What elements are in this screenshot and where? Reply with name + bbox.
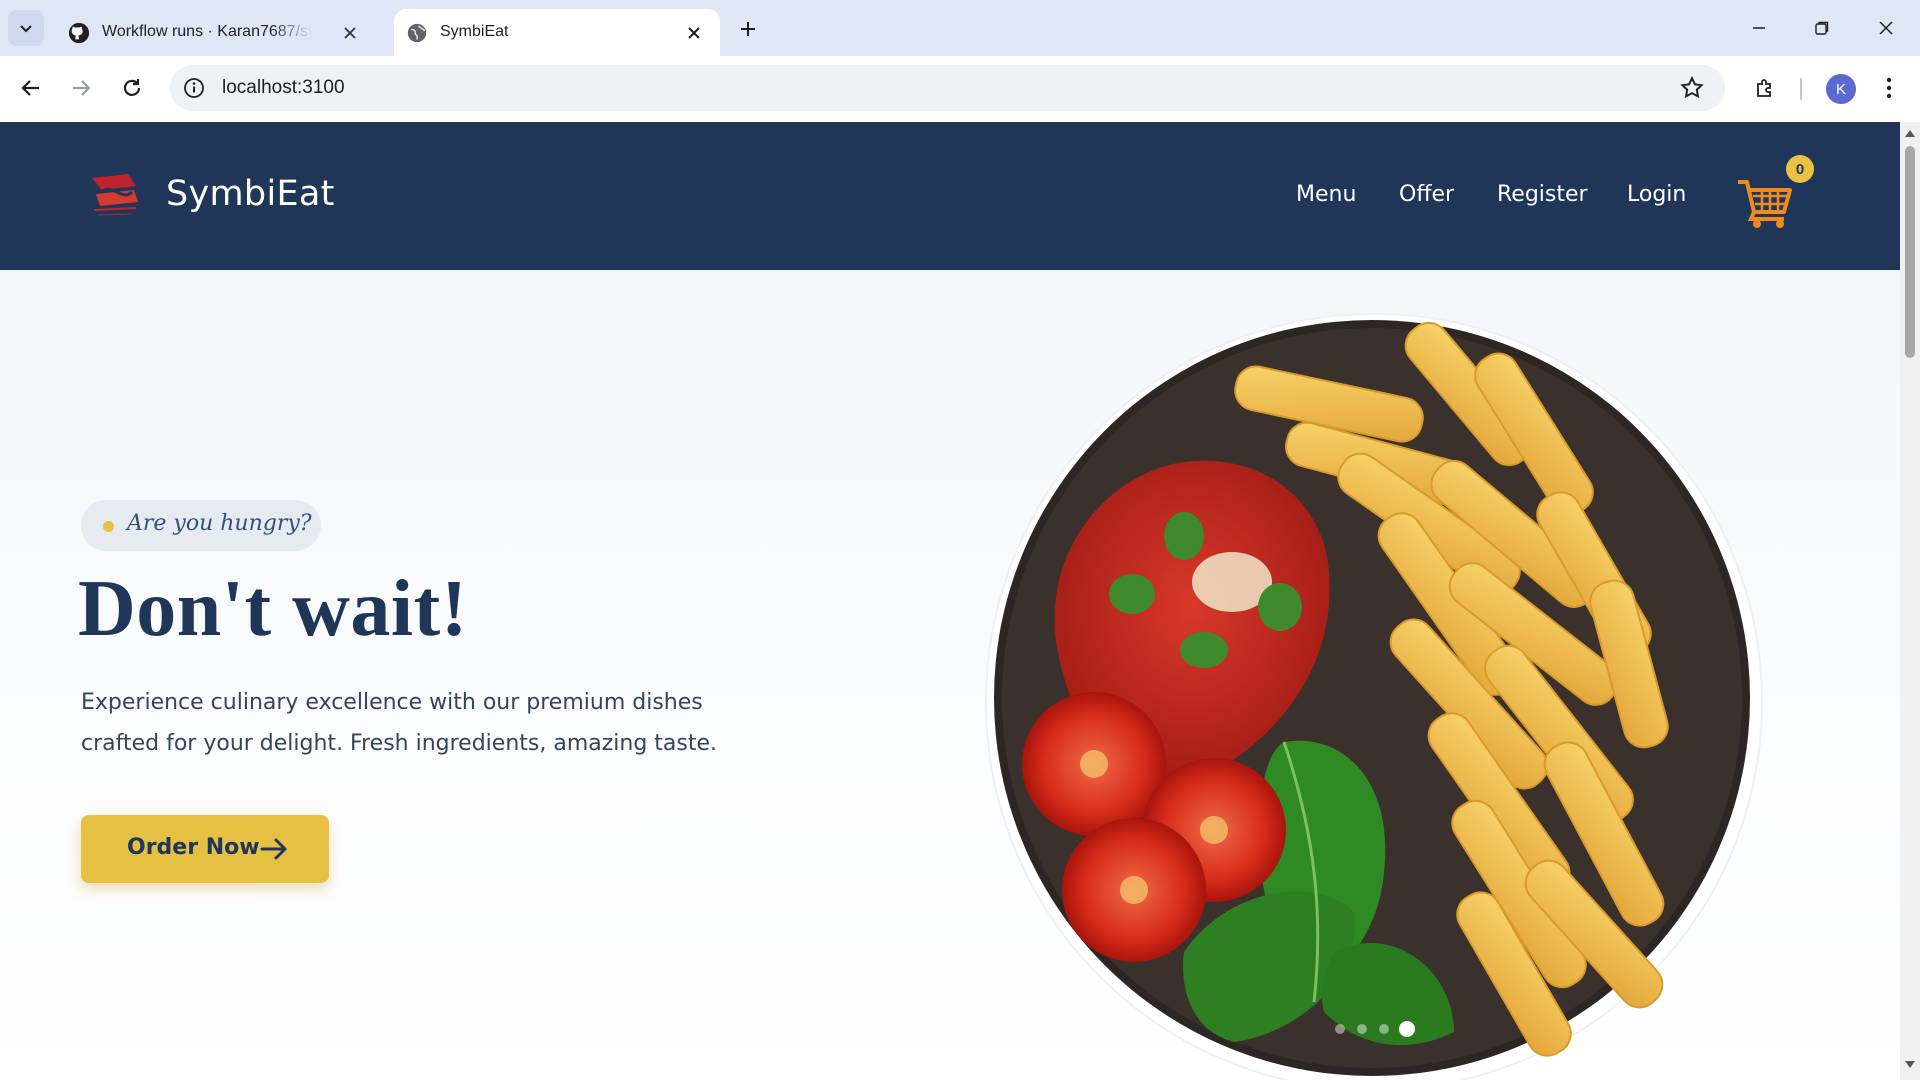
scroll-thumb[interactable] xyxy=(1905,146,1915,358)
browser-toolbar: localhost:3100 K xyxy=(0,56,1920,122)
minimize-button[interactable] xyxy=(1741,12,1777,44)
scroll-down-arrow-icon[interactable] xyxy=(1904,1060,1916,1070)
arrow-left-icon xyxy=(21,80,39,96)
carousel-dot-1[interactable] xyxy=(1335,1024,1345,1034)
info-icon[interactable] xyxy=(182,76,206,100)
order-now-button[interactable]: Order Now xyxy=(81,815,329,883)
tab-strip: Workflow runs · Karan7687/symbi SymbiEat xyxy=(0,0,1920,56)
browser-menu-button[interactable] xyxy=(1876,71,1902,105)
extensions-button[interactable] xyxy=(1748,71,1782,105)
tagline-dot xyxy=(103,521,114,532)
url-text[interactable]: localhost:3100 xyxy=(222,77,345,99)
close-icon xyxy=(688,27,700,39)
hero-dish-image xyxy=(985,313,1763,1080)
hero-description: Experience culinary excellence with our … xyxy=(81,690,718,756)
more-vert-icon xyxy=(1886,77,1892,99)
tab-title: Workflow runs · Karan7687/symbi xyxy=(102,23,312,40)
tab-symbieat[interactable]: SymbiEat xyxy=(394,9,720,56)
arrow-right-icon xyxy=(73,80,91,96)
tab-title: SymbiEat xyxy=(440,23,509,40)
close-icon xyxy=(344,27,356,39)
cart-icon[interactable] xyxy=(1736,174,1794,230)
close-icon xyxy=(1879,21,1893,35)
reload-button[interactable] xyxy=(115,71,149,105)
nav-login-link[interactable]: Login xyxy=(1627,182,1686,207)
hero-tagline-pill: Are you hungry? xyxy=(81,500,321,551)
forward-button[interactable] xyxy=(64,71,98,105)
page-scrollbar[interactable] xyxy=(1900,122,1920,1080)
restore-icon xyxy=(1815,21,1829,35)
scroll-up-arrow-icon[interactable] xyxy=(1904,128,1916,138)
tab-workflow-runs[interactable]: Workflow runs · Karan7687/symbi xyxy=(56,9,376,56)
minimize-icon xyxy=(1753,27,1765,29)
nav-offer-link[interactable]: Offer xyxy=(1399,182,1454,207)
carousel-indicators xyxy=(1332,1020,1415,1038)
close-tab-button[interactable] xyxy=(338,21,362,45)
chevron-down-icon xyxy=(20,25,32,33)
order-now-label: Order Now xyxy=(127,835,260,860)
carousel-dot-2[interactable] xyxy=(1357,1024,1367,1034)
back-button[interactable] xyxy=(14,71,48,105)
carousel-dot-4-active[interactable] xyxy=(1399,1021,1415,1037)
page-viewport: SymbiEat Menu Offer Register Login 0 Are… xyxy=(0,122,1900,1080)
profile-avatar[interactable]: K xyxy=(1826,74,1856,104)
close-window-button[interactable] xyxy=(1868,12,1904,44)
arrow-right-icon xyxy=(260,838,287,860)
site-header: SymbiEat Menu Offer Register Login 0 xyxy=(0,122,1900,270)
address-bar[interactable]: localhost:3100 xyxy=(170,65,1725,111)
nav-menu-link[interactable]: Menu xyxy=(1296,182,1356,207)
nav-register-link[interactable]: Register xyxy=(1497,182,1588,207)
restore-button[interactable] xyxy=(1804,12,1840,44)
tab-search-button[interactable] xyxy=(8,10,44,46)
close-tab-button[interactable] xyxy=(682,21,706,45)
cart-count-badge: 0 xyxy=(1786,155,1814,183)
browser-chrome: Workflow runs · Karan7687/symbi SymbiEat xyxy=(0,0,1920,122)
symbieat-logo[interactable] xyxy=(88,172,142,220)
brand-name[interactable]: SymbiEat xyxy=(166,174,335,214)
hero-headline: Don't wait! xyxy=(78,565,468,653)
plus-icon xyxy=(741,22,755,36)
hero-tagline: Are you hungry? xyxy=(127,511,312,536)
bookmark-star-icon[interactable] xyxy=(1679,75,1705,101)
github-icon xyxy=(68,22,90,44)
globe-icon xyxy=(407,23,427,43)
new-tab-button[interactable] xyxy=(733,14,763,44)
carousel-dot-3[interactable] xyxy=(1379,1024,1389,1034)
puzzle-icon xyxy=(1757,79,1771,97)
toolbar-divider xyxy=(1800,78,1802,100)
reload-icon xyxy=(123,79,141,96)
